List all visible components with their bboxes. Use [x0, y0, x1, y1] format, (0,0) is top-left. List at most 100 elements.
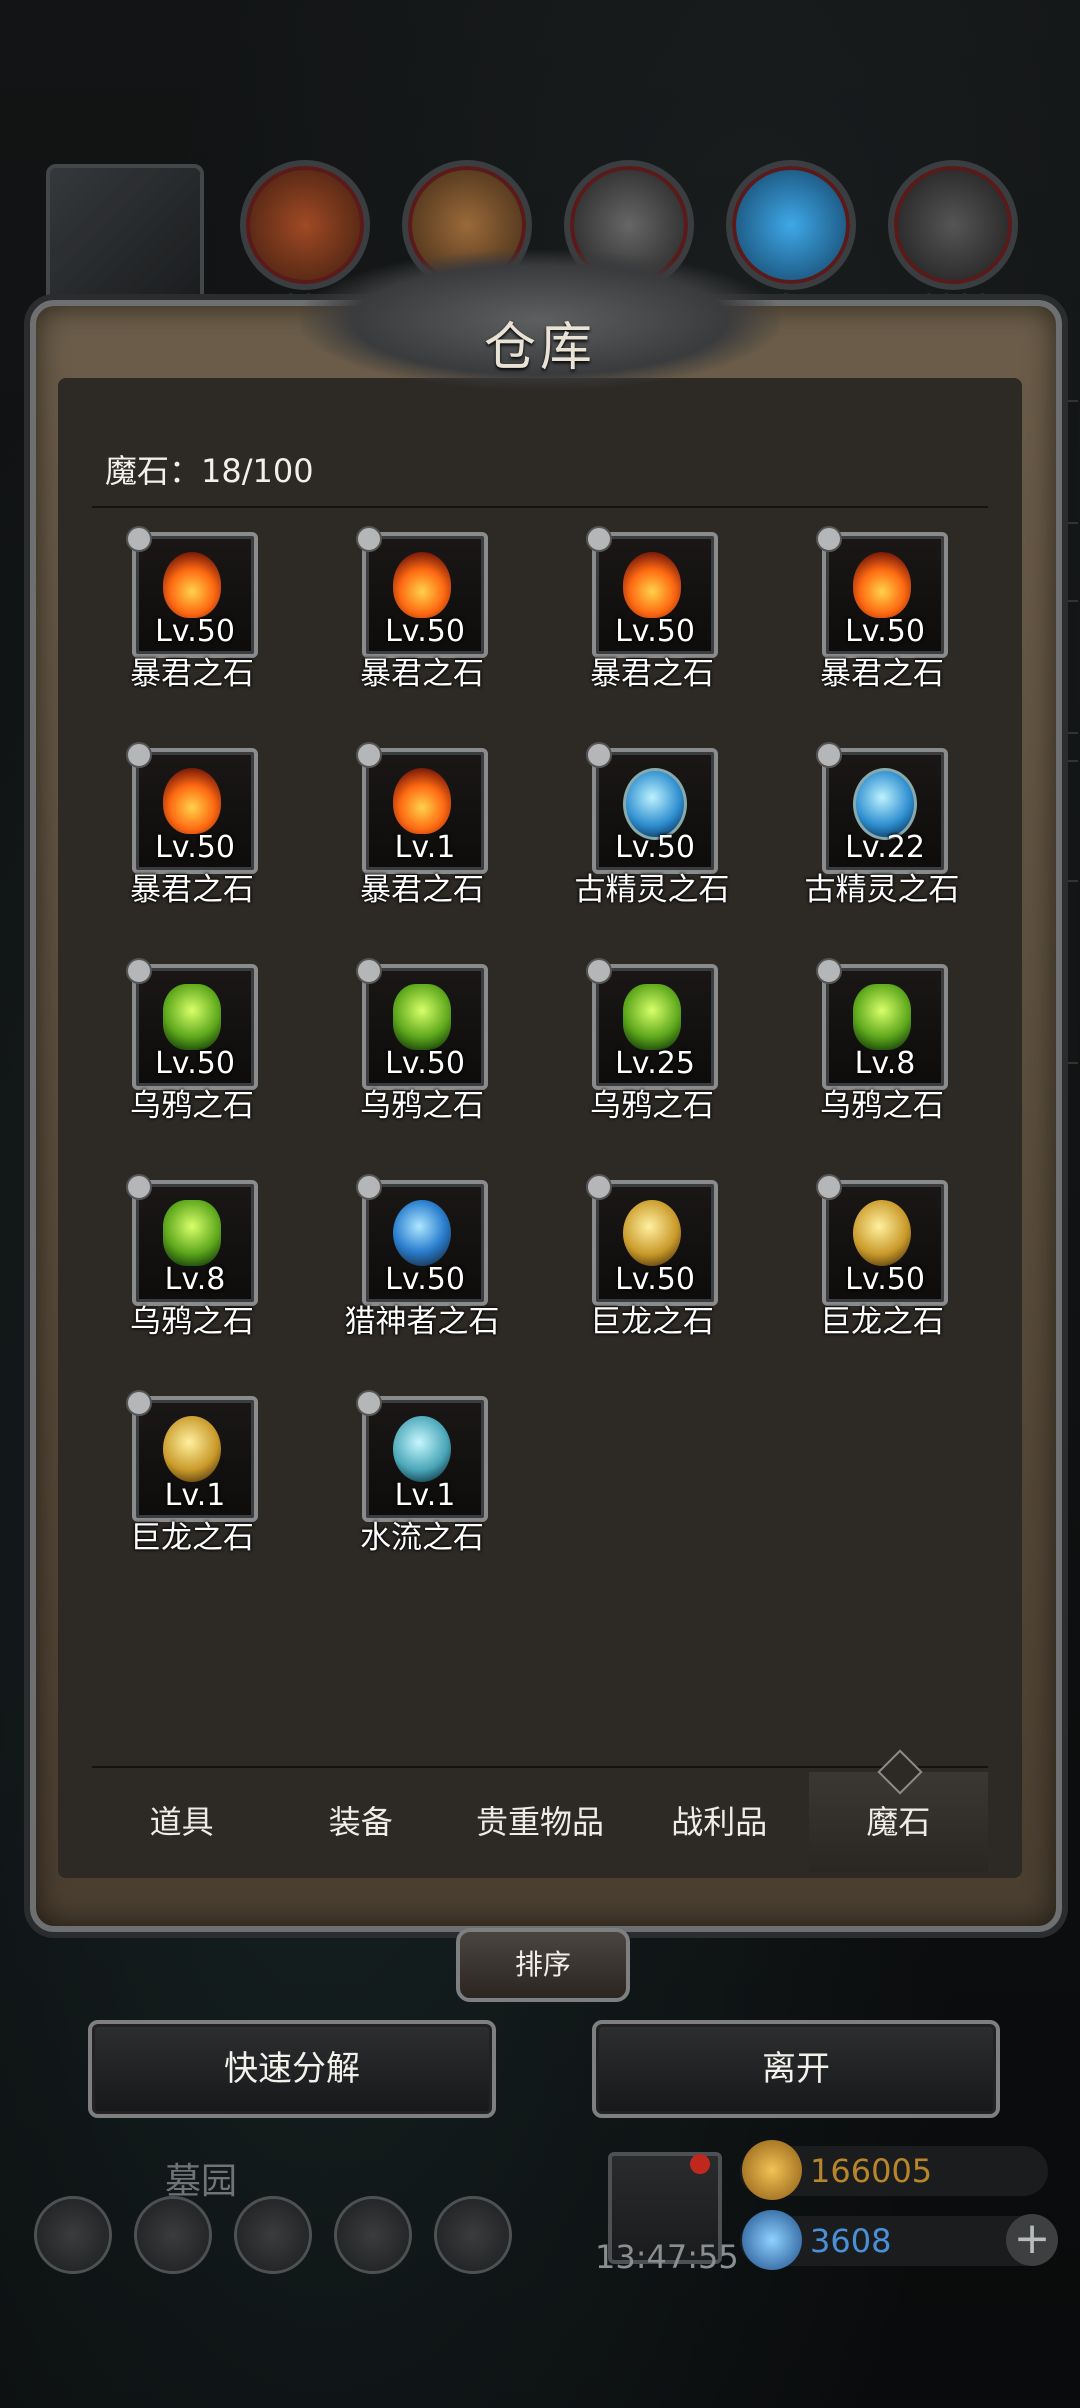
lock-icon — [816, 526, 842, 552]
lock-icon — [356, 958, 382, 984]
inventory-item[interactable]: Lv.50 暴君之石 — [322, 526, 522, 692]
item-level: Lv.8 — [164, 1262, 226, 1297]
gem-icon — [742, 2210, 802, 2270]
magic-stone-icon — [393, 984, 451, 1050]
inventory-item[interactable]: Lv.50 乌鸦之石 — [92, 958, 292, 1124]
item-level: Lv.50 — [615, 830, 695, 865]
tab-items[interactable]: 道具 — [92, 1772, 271, 1872]
lock-icon — [586, 526, 612, 552]
magic-stone-icon — [623, 1200, 681, 1266]
item-name: 暴君之石 — [130, 872, 254, 908]
magic-stone-count: 魔石：18/100 — [105, 452, 314, 490]
inventory-item[interactable]: Lv.50 暴君之石 — [552, 526, 752, 692]
item-name: 水流之石 — [360, 1520, 484, 1556]
inventory-item[interactable]: Lv.1 巨龙之石 — [92, 1390, 292, 1556]
item-level: Lv.8 — [854, 1046, 916, 1081]
magic-stone-icon — [163, 552, 221, 618]
magic-stone-icon — [623, 552, 681, 618]
inventory-item[interactable]: Lv.50 巨龙之石 — [782, 1174, 982, 1340]
item-level: Lv.50 — [385, 1262, 465, 1297]
item-name: 暴君之石 — [360, 872, 484, 908]
item-level: Lv.50 — [845, 1262, 925, 1297]
inventory-item[interactable]: Lv.50 暴君之石 — [92, 526, 292, 692]
item-name: 古精灵之石 — [574, 872, 730, 908]
lock-icon — [126, 958, 152, 984]
inventory-item[interactable]: Lv.50 暴君之石 — [92, 742, 292, 908]
inventory-item[interactable]: Lv.25 乌鸦之石 — [552, 958, 752, 1124]
hero-icon[interactable] — [134, 2196, 212, 2274]
inventory-item[interactable]: Lv.50 古精灵之石 — [552, 742, 752, 908]
item-level: Lv.50 — [615, 614, 695, 649]
tab-magic-stones[interactable]: 魔石 — [808, 1749, 989, 1872]
inventory-item[interactable]: Lv.22 古精灵之石 — [782, 742, 982, 908]
inventory-item[interactable]: Lv.50 巨龙之石 — [552, 1174, 752, 1340]
item-level: Lv.25 — [615, 1046, 695, 1081]
item-name: 暴君之石 — [590, 656, 714, 692]
item-name: 暴君之石 — [130, 656, 254, 692]
quick-decompose-button[interactable]: 快速分解 — [88, 2020, 496, 2118]
magic-stone-icon — [853, 552, 911, 618]
lock-icon — [126, 526, 152, 552]
inventory-item[interactable]: Lv.8 乌鸦之石 — [92, 1174, 292, 1340]
gem-value: 3608 — [810, 2222, 892, 2260]
tab-label: 道具 — [149, 1803, 214, 1841]
item-level: Lv.50 — [155, 614, 235, 649]
item-name: 乌鸦之石 — [360, 1088, 484, 1124]
lock-icon — [356, 742, 382, 768]
tab-equipment[interactable]: 装备 — [271, 1772, 450, 1872]
magic-stone-icon — [163, 1200, 221, 1266]
tab-valuables[interactable]: 贵重物品 — [450, 1772, 629, 1872]
magic-stone-icon — [853, 984, 911, 1050]
lock-icon — [356, 1390, 382, 1416]
add-gems-button[interactable]: + — [1006, 2214, 1058, 2266]
tab-label: 贵重物品 — [476, 1803, 605, 1841]
mail-icon[interactable] — [334, 2196, 412, 2274]
magic-stone-icon — [163, 984, 221, 1050]
item-name: 猎神者之石 — [344, 1304, 500, 1340]
item-name: 巨龙之石 — [130, 1520, 254, 1556]
gold-coin-icon — [742, 2140, 802, 2200]
stone-icon — [888, 160, 1018, 290]
item-level: Lv.1 — [394, 1478, 456, 1513]
inventory-item[interactable]: Lv.1 暴君之石 — [322, 742, 522, 908]
settings-icon[interactable] — [34, 2196, 112, 2274]
item-name: 暴君之石 — [360, 656, 484, 692]
item-level: Lv.50 — [155, 1046, 235, 1081]
divider — [92, 1766, 988, 1768]
lock-icon — [126, 1174, 152, 1200]
leave-button[interactable]: 离开 — [592, 2020, 1000, 2118]
inventory-item[interactable]: Lv.8 乌鸦之石 — [782, 958, 982, 1124]
lock-icon — [586, 742, 612, 768]
lock-icon — [586, 1174, 612, 1200]
magic-stone-icon — [163, 768, 221, 834]
player-portrait[interactable] — [46, 164, 204, 322]
divider — [92, 506, 988, 508]
inventory-item[interactable]: Lv.50 猎神者之石 — [322, 1174, 522, 1340]
inventory-item[interactable]: Lv.50 暴君之石 — [782, 526, 982, 692]
magic-stone-icon — [393, 1200, 451, 1266]
magic-stone-icon — [163, 1416, 221, 1482]
item-level: Lv.50 — [615, 1262, 695, 1297]
item-name: 乌鸦之石 — [820, 1088, 944, 1124]
inventory-item[interactable]: Lv.1 水流之石 — [322, 1390, 522, 1556]
magic-stone-icon — [623, 984, 681, 1050]
lock-icon — [356, 1174, 382, 1200]
magic-stone-icon — [393, 768, 451, 834]
item-name: 巨龙之石 — [590, 1304, 714, 1340]
guild-icon[interactable] — [234, 2196, 312, 2274]
quest-icon[interactable] — [434, 2196, 512, 2274]
magic-stone-icon — [853, 1200, 911, 1266]
lock-icon — [816, 1174, 842, 1200]
item-level: Lv.1 — [164, 1478, 226, 1513]
sort-button[interactable]: 排序 — [456, 1928, 630, 2002]
tab-label: 装备 — [328, 1803, 393, 1841]
item-level: Lv.50 — [845, 614, 925, 649]
page-title: 仓库 — [483, 318, 596, 378]
item-level: Lv.1 — [394, 830, 456, 865]
tab-loot[interactable]: 战利品 — [630, 1772, 809, 1872]
item-name: 暴君之石 — [820, 656, 944, 692]
magic-stone-icon — [393, 552, 451, 618]
item-name: 乌鸦之石 — [130, 1304, 254, 1340]
lock-icon — [816, 742, 842, 768]
inventory-item[interactable]: Lv.50 乌鸦之石 — [322, 958, 522, 1124]
